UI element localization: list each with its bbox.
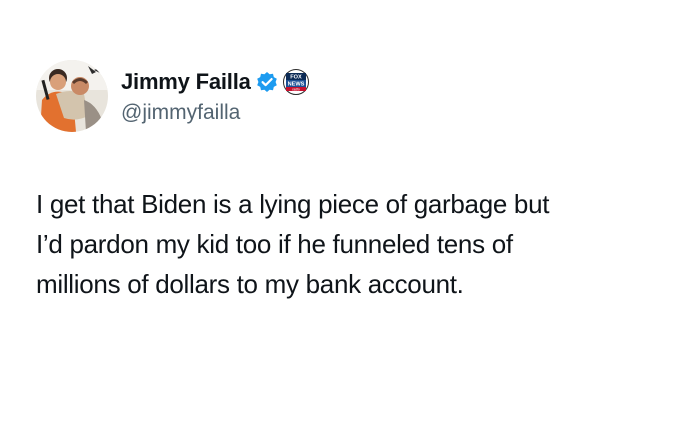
verified-badge-icon — [256, 71, 278, 93]
tweet-text-line: I get that Biden is a lying piece of gar… — [36, 189, 550, 219]
display-name[interactable]: Jimmy Failla — [121, 69, 251, 95]
name-row: Jimmy Failla FOX NEWS radio — [121, 66, 309, 98]
tweet-text: I get that Biden is a lying piece of gar… — [36, 184, 656, 304]
author-block: Jimmy Failla FOX NEWS radio @jimmyfailla — [121, 66, 309, 138]
avatar[interactable] — [36, 60, 108, 132]
tweet-card: Jimmy Failla FOX NEWS radio @jimmyfailla… — [0, 0, 680, 423]
handle[interactable]: @jimmyfailla — [121, 101, 309, 125]
affiliation-line-3: radio — [292, 87, 300, 91]
fox-news-radio-logo-icon[interactable]: FOX NEWS radio — [282, 69, 309, 95]
tweet-text-line: millions of dollars to my bank account. — [36, 269, 464, 299]
tweet-text-line: I’d pardon my kid too if he funneled ten… — [36, 229, 513, 259]
affiliation-line-1: FOX — [290, 75, 302, 81]
